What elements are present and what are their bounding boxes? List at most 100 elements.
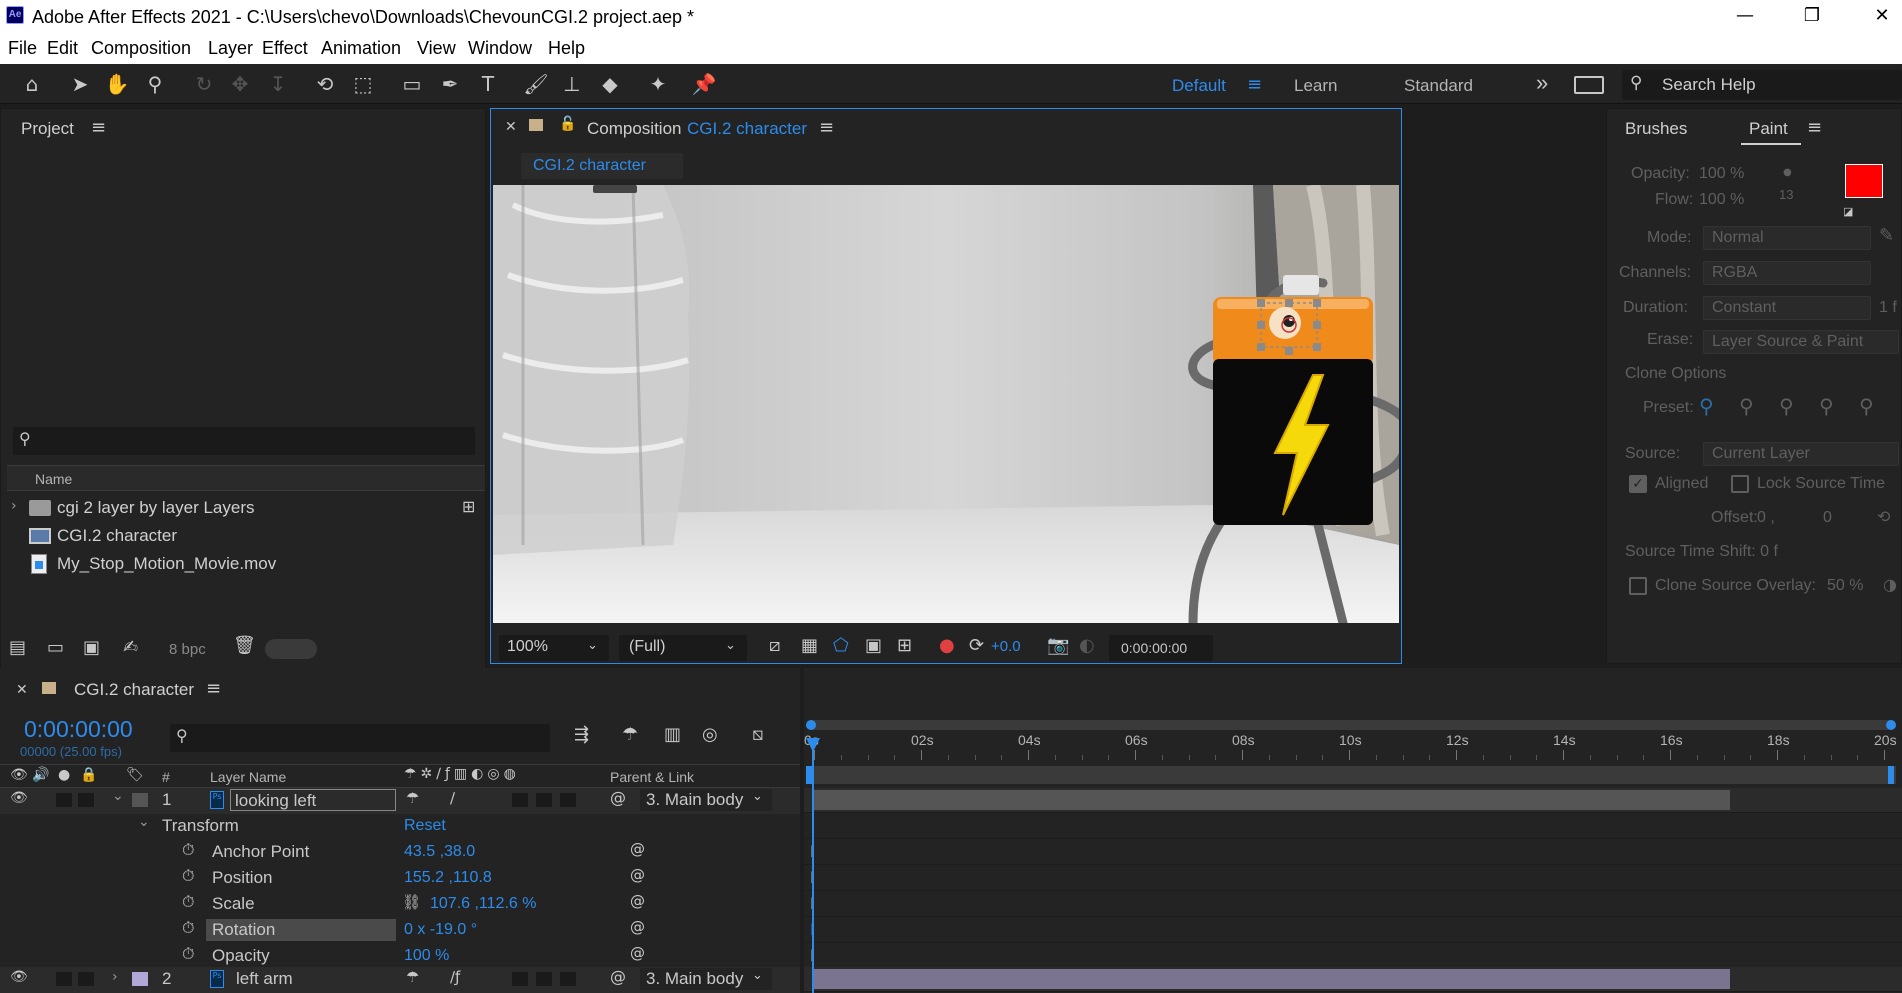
timeline-tab-label[interactable]: CGI.2 character <box>74 680 194 700</box>
expression-pickwhip-icon[interactable]: @ <box>630 918 645 936</box>
transform-group[interactable]: ⌄ Transform Reset <box>0 814 800 840</box>
composition-tab[interactable]: CGI.2 character <box>521 153 683 179</box>
parent-dropdown[interactable]: 3. Main body ⌄ <box>640 789 772 811</box>
chevron-right-icon[interactable]: › <box>112 969 118 985</box>
layer-search-input[interactable]: ⚲ <box>170 724 550 752</box>
clone-preset-5-icon[interactable]: ⚲ <box>1859 394 1874 418</box>
thumbnail-slider[interactable] <box>265 639 317 659</box>
rotation-tool-icon[interactable]: ⟲ <box>311 70 339 98</box>
switch-box[interactable] <box>512 793 528 807</box>
expression-pickwhip-icon[interactable]: @ <box>630 866 645 884</box>
snapshot-icon[interactable]: 📷 <box>1047 635 1069 656</box>
puppet-pin-icon[interactable]: 📌 <box>690 70 718 98</box>
switch-box[interactable] <box>512 972 528 986</box>
lock-icon[interactable]: 🔓 <box>559 116 576 132</box>
close-icon[interactable]: ✕ <box>1870 5 1894 27</box>
work-area-end-handle[interactable] <box>1886 720 1896 730</box>
lock-box[interactable] <box>78 972 94 986</box>
switch-box[interactable] <box>536 972 552 986</box>
new-folder-icon[interactable]: ▭ <box>47 637 64 658</box>
close-icon[interactable]: ✕ <box>16 682 28 698</box>
mode-dropdown[interactable]: Normal <box>1703 226 1871 250</box>
difference-mode-icon[interactable]: ◑ <box>1883 575 1897 594</box>
lock-icon[interactable]: 🔒 <box>80 767 97 783</box>
property-row[interactable]: ⏱ Scale ⛓ 107.6 ,112.6 % @ <box>0 892 800 918</box>
pen-tool-icon[interactable]: ✒ <box>436 70 464 98</box>
current-timecode[interactable]: 0:00:00:00 <box>24 716 133 743</box>
reset-offset-icon[interactable]: ⟲ <box>1877 507 1890 526</box>
property-value[interactable]: 107.6 ,112.6 % <box>430 895 536 913</box>
property-row[interactable]: ⏱ Rotation 0 x -19.0 ° @ <box>0 918 800 944</box>
duration-dropdown[interactable]: Constant <box>1703 296 1871 320</box>
eye-icon[interactable]: 👁 <box>10 790 28 806</box>
solo-toggle-icon[interactable]: ● <box>58 767 70 783</box>
minimize-icon[interactable]: — <box>1733 5 1757 27</box>
project-item[interactable]: My_Stop_Motion_Movie.mov <box>7 551 485 577</box>
label-color-swatch[interactable] <box>132 972 148 986</box>
search-help-field[interactable]: ⚲ Search Help <box>1622 70 1902 100</box>
menu-view[interactable]: View <box>417 38 456 59</box>
shy-switch-icon[interactable]: ☂ <box>406 968 419 986</box>
panel-menu-icon[interactable]: ≡ <box>819 117 834 138</box>
menu-edit[interactable]: Edit <box>47 38 78 59</box>
quality-switch-icon[interactable]: ∕ <box>450 789 455 807</box>
source-dropdown[interactable]: Current Layer <box>1703 442 1899 466</box>
panel-menu-icon[interactable]: ≡ <box>91 117 106 138</box>
column-name[interactable]: Name <box>35 471 72 487</box>
mask-visibility-icon[interactable]: ⬠ <box>833 635 849 656</box>
composition-name[interactable]: CGI.2 character <box>687 119 807 139</box>
column-hash[interactable]: # <box>162 769 170 785</box>
layer-row[interactable]: 👁 › 2 Ps left arm ☂ ∕ƒ @ 3. Main body ⌄ <box>0 967 800 993</box>
stopwatch-icon[interactable]: ⏱ <box>182 840 194 860</box>
more-workspaces-icon[interactable]: » <box>1536 70 1548 96</box>
flowchart-icon[interactable]: ⊞ <box>462 497 475 516</box>
time-graph[interactable]: 0s02s04s06s08s10s12s14s16s18s20s I I I I… <box>804 668 1902 993</box>
pan-behind-icon[interactable]: ⬚ <box>349 70 377 98</box>
menu-window[interactable]: Window <box>468 38 532 59</box>
project-item[interactable]: › cgi 2 layer by layer Layers ⊞ <box>7 495 485 521</box>
bpc-label[interactable]: 8 bpc <box>169 641 206 658</box>
property-value[interactable]: 155.2 ,110.8 <box>404 869 492 887</box>
fast-preview-icon[interactable]: ⧄ <box>769 635 780 656</box>
lock-box[interactable] <box>78 793 94 807</box>
type-tool-icon[interactable]: T <box>474 70 502 98</box>
brush-tool-icon[interactable]: 🖌 <box>522 70 550 98</box>
zoom-dropdown[interactable]: 100% ⌄ <box>499 635 609 661</box>
region-of-interest-icon[interactable]: ▣ <box>865 635 882 656</box>
work-area-bar[interactable] <box>806 720 1896 730</box>
chevron-right-icon[interactable]: › <box>11 498 17 514</box>
expression-pickwhip-icon[interactable]: @ <box>630 892 645 910</box>
offset-y[interactable]: 0 <box>1823 509 1832 527</box>
aligned-checkbox[interactable]: ✓ <box>1629 475 1647 493</box>
property-value[interactable]: 0 x -19.0 ° <box>404 921 477 939</box>
selection-tool-icon[interactable]: ➤ <box>66 70 94 98</box>
layer-name[interactable]: left arm <box>236 969 293 989</box>
trash-icon[interactable]: 🗑 <box>233 635 256 656</box>
roto-brush-icon[interactable]: ✦ <box>644 70 672 98</box>
panel-menu-icon[interactable]: ≡ <box>206 678 221 699</box>
workspace-default[interactable]: Default <box>1172 76 1226 96</box>
offset-x[interactable]: 0 , <box>1757 509 1775 527</box>
erase-dropdown[interactable]: Layer Source & Paint <box>1703 330 1899 354</box>
stopwatch-icon[interactable]: ⏱ <box>182 944 194 964</box>
frame-blending-icon[interactable]: ▥ <box>664 724 681 745</box>
column-layer-name[interactable]: Layer Name <box>210 769 286 785</box>
switch-box[interactable] <box>560 793 576 807</box>
adjust-project-icon[interactable]: ✍ <box>123 637 138 658</box>
reset-exposure-icon[interactable]: ⟳ <box>969 635 984 656</box>
shy-layers-icon[interactable]: ☂ <box>622 724 638 745</box>
stopwatch-icon[interactable]: ⏱ <box>182 892 194 912</box>
tab-paint[interactable]: Paint <box>1749 119 1788 139</box>
restore-icon[interactable]: ❐ <box>1800 5 1824 27</box>
switch-box[interactable] <box>536 793 552 807</box>
pick-whip-icon[interactable]: @ <box>610 967 626 986</box>
chevron-down-icon[interactable]: ⌄ <box>112 788 124 804</box>
switches-icons[interactable]: ☂✲∕ƒ▥◐◎◍ <box>404 766 520 782</box>
audio-toggle-icon[interactable]: 🔊 <box>32 767 49 783</box>
property-value[interactable]: 43.5 ,38.0 <box>404 843 475 861</box>
work-area-start-handle[interactable] <box>806 720 816 730</box>
eyedropper-icon[interactable]: ✎ <box>1879 225 1894 246</box>
rectangle-tool-icon[interactable]: ▭ <box>398 70 426 98</box>
opacity-value[interactable]: 100 % <box>1699 165 1744 183</box>
new-composition-icon[interactable]: ▣ <box>83 637 100 658</box>
